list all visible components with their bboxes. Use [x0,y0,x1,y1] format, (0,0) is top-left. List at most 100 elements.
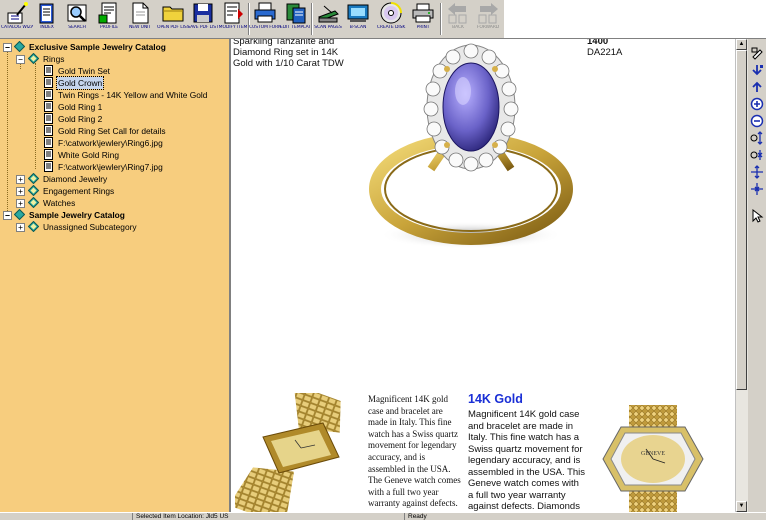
book-icon [39,3,54,24]
mouse-pointer-icon [752,209,764,223]
catalog-page-view[interactable]: Sparkling Tanzanite and Diamond Ring set… [231,39,735,512]
document-icon [43,149,54,160]
expand-toggle[interactable]: + [16,223,25,232]
search-button[interactable]: Search [62,1,92,37]
catalog-wizard-button[interactable]: Catalog Wizard [1,1,33,37]
catalog-diamond-icon [14,209,25,220]
custom-format-button[interactable]: Custom Format [249,1,281,37]
tree-item-label: Gold Twin Set [58,66,110,76]
print-label: Print [416,25,430,30]
tree-node-label: Unassigned Subcategory [43,222,137,232]
scroll-up-arrow-icon[interactable]: ▲ [736,39,747,50]
document-icon [43,101,54,112]
category-diamond-icon [28,53,39,64]
wand-icon [7,2,28,24]
forward-arrow-icon [478,3,498,24]
tree-item-label: Gold Crown [55,76,105,90]
back-label: Back [452,25,464,30]
zoom-out-button[interactable] [750,114,764,128]
collapse-toggle[interactable]: − [16,55,25,64]
category-diamond-icon [28,197,39,208]
collapse-view-button[interactable] [750,182,764,196]
expand-arrows-icon [751,165,763,179]
catalog-tree: − Exclusive Sample Jewelry Catalog − Rin… [0,39,231,512]
watch-face-brand: GENEVE [641,451,665,457]
compress-arrows-icon [751,183,763,195]
toolbar-separator [440,3,442,35]
profile-label: Profile [100,25,118,30]
fit-page-button[interactable] [750,148,764,162]
edit-template-label: Edit Template [280,25,312,30]
content-vertical-scrollbar[interactable]: ▲ ▼ [735,39,748,512]
zoom-in-button[interactable] [750,97,764,111]
back-arrow-icon [448,3,467,24]
gold-watch-image-left [235,393,341,512]
tree-connector [7,51,8,215]
fit-height-icon [750,131,763,145]
profile-icon [98,2,117,24]
create-disk-button[interactable]: Create Disk [376,1,406,37]
document-icon [43,77,54,88]
index-label: Index [40,25,54,30]
back-button[interactable]: Back [443,1,473,37]
zoom-out-icon [750,114,764,128]
tree-item-label: F:\catwork\jewlery\Ring7.jpg [58,162,163,172]
watch-description-left: Magnificent 14K gold case and bracelet a… [368,394,461,509]
catalog-wizard-label: Catalog Wizard [1,25,33,30]
collapse-toggle[interactable]: − [3,43,12,52]
open-pdf-list-label: Open Pdf List [157,25,189,30]
b-scan-button[interactable]: B-Scan [343,1,373,37]
floppy-icon [193,3,213,23]
fit-page-icon [750,150,763,160]
save-pdf-list-label: Save Pdf List [187,25,219,30]
view-tools-toolbar [748,39,766,512]
modify-item-label: Modify Item [218,25,248,30]
category-diamond-icon [28,221,39,232]
open-pdf-list-button[interactable]: Open Pdf List [157,1,189,37]
scan-pages-button[interactable]: Scan Pages [313,1,343,37]
template-icon [286,3,306,24]
document-icon [43,65,54,76]
tree-node-label: Sample Jewelry Catalog [29,210,125,220]
index-button[interactable]: Index [32,1,62,37]
forward-label: Forward [476,25,500,30]
edit-template-button[interactable]: Edit Template [280,1,312,37]
create-disk-label: Create Disk [376,25,406,30]
watch-heading: 14K Gold [468,392,523,406]
category-diamond-icon [28,173,39,184]
save-pdf-list-button[interactable]: Save Pdf List [187,1,219,37]
scroll-down-arrow-icon[interactable]: ▼ [736,501,747,512]
printer-icon [254,2,276,23]
b-scan-label: B-Scan [349,25,367,30]
tree-node-label: Watches [43,198,76,208]
magnifier-icon [67,4,87,22]
expand-toggle[interactable]: + [16,175,25,184]
new-unit-button[interactable]: New Unit [125,1,155,37]
modify-item-button[interactable]: Modify Item [218,1,248,37]
new-unit-label: New Unit [128,25,152,30]
collapse-toggle[interactable]: − [3,211,12,220]
forward-button[interactable]: Forward [473,1,503,37]
document-icon [43,161,54,172]
expand-toggle[interactable]: + [16,199,25,208]
page-up-button[interactable] [750,80,764,94]
tree-item-label: Gold Ring Set Call for details [58,126,166,136]
page-down-button[interactable] [750,63,764,77]
watch-description-right: Magnificent 14K gold case and bracelet a… [468,409,586,512]
ring-sku: DA221A [587,47,623,58]
select-tool-button[interactable] [750,46,764,60]
fit-height-button[interactable] [750,131,764,145]
expand-toggle[interactable]: + [16,187,25,196]
scroll-thumb[interactable] [736,50,747,390]
profile-button[interactable]: Profile [94,1,124,37]
ring-price: 1400 [587,39,609,47]
edit-list-icon [224,2,243,24]
tree-node-label: Exclusive Sample Jewelry Catalog [29,42,166,52]
document-icon [43,113,54,124]
custom-format-label: Custom Format [249,25,281,30]
print-button[interactable]: Print [408,1,438,37]
expand-view-button[interactable] [750,165,764,179]
pen-select-icon [751,47,763,60]
tree-node-label: Diamond Jewelry [43,174,108,184]
pointer-tool-button[interactable] [750,209,764,223]
